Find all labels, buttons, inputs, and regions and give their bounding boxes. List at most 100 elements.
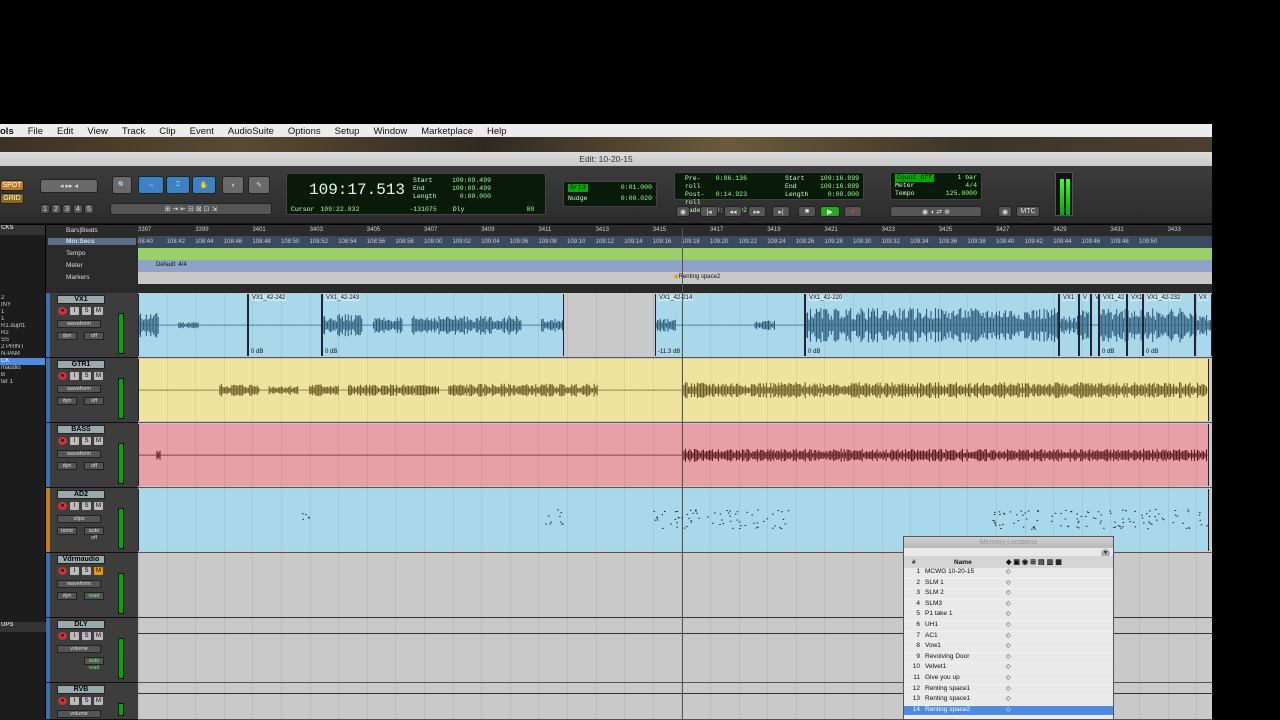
mtc-button[interactable]: MTC [1016,206,1040,217]
clip-gain[interactable]: 0 dB [1146,349,1158,355]
grid-mode-button[interactable]: GRID [0,193,24,204]
zoom-preset-3[interactable]: 3 [62,204,72,214]
track-view-selector[interactable]: volume [57,645,101,653]
audio-clip[interactable]: VX1_42-243 0 dB [322,294,564,356]
menu-clip[interactable]: Clip [152,126,182,137]
record-icon[interactable]: ● [844,206,862,217]
input-monitor-icon[interactable]: I [70,372,79,380]
selector-tool-icon[interactable]: ⌶ [166,176,190,194]
play-icon[interactable]: ▶ [820,206,840,217]
clip-gain[interactable]: 0 dB [1102,349,1114,355]
track-list-item[interactable]: R1.dupf1 [0,323,45,330]
memory-location-row[interactable]: 1 MCWG 10-20-15 ◇ [904,568,1113,579]
audio-clip[interactable] [138,294,248,356]
sync-icon[interactable]: ◉ [998,206,1012,217]
track-name[interactable]: BASS [57,425,105,434]
clip-gain[interactable]: -11.3 dB [658,349,680,355]
edit-mode-buttons[interactable]: ⊞ ⇥ ⇤ ⊟ ⊠ ⊡ ⇲ [110,203,272,215]
nudge-label[interactable]: Nudge [568,195,588,203]
main-counter[interactable]: 109:17.513 [309,181,405,199]
audio-clip[interactable]: V [1079,294,1091,356]
track-list-item[interactable]: INY [0,302,45,309]
track-view-selector[interactable]: volume [57,710,101,718]
postroll-label[interactable]: Post-roll [685,191,716,207]
trim-tool-icon[interactable]: ⇔ [138,176,164,194]
input-monitor-icon[interactable]: I [70,567,79,575]
end-value[interactable]: 109:09.499 [452,185,491,193]
ruler-label-bars[interactable]: Bars|Beats [66,227,98,234]
track-view-selector[interactable]: waveform [57,385,101,393]
track-name[interactable]: GTR1 [57,360,105,369]
track-list-item[interactable]: 1 [0,309,45,316]
bars-beats-ruler[interactable]: 3397 3399 3401 3403 3405 3407 3409 3411 3413 3415… [138,225,1212,236]
record-arm-icon[interactable]: ● [58,567,67,575]
audio-clip[interactable]: VX1_42-232 0 dB [1143,294,1195,356]
record-arm-icon[interactable]: ● [58,372,67,380]
zoom-preset-2[interactable]: 2 [51,204,61,214]
meter-value[interactable]: 4/4 [965,182,977,190]
track-list-item[interactable]: 1 [0,316,45,323]
input-monitor-icon[interactable]: I [70,502,79,510]
mute-button[interactable]: M [94,372,103,380]
solo-button[interactable]: S [82,372,91,380]
input-monitor-icon[interactable]: I [70,697,79,705]
ruler-label-markers[interactable]: Markers [66,274,89,281]
memory-location-row[interactable]: 6 UH1 ◇ [904,621,1113,632]
countoff-value[interactable]: 1 bar [957,174,977,182]
memory-col-num[interactable]: # [912,559,916,566]
ruler-label-tempo[interactable]: Tempo [66,250,86,257]
transport-end-value[interactable]: 109:16.899 [820,183,859,191]
mute-button[interactable]: M [94,437,103,445]
track-name[interactable]: DLY [57,620,105,629]
stop-icon[interactable]: ■ [798,206,816,217]
app-menu[interactable]: ols [0,126,21,137]
countoff-label[interactable]: Count Off [895,174,935,182]
audio-clip[interactable]: VX1 [1059,294,1079,356]
dyn-selector[interactable]: dyn [57,462,77,470]
go-to-end-icon[interactable]: ▸| [772,206,790,217]
memory-location-row[interactable]: 14 Renting space2 ◇ [904,705,1113,717]
ruler-label-meter[interactable]: Meter [66,262,83,269]
postroll-value[interactable]: 0:14.923 [716,191,747,207]
marker-renting-space2[interactable]: ◆Renting space2 [674,273,720,280]
grid-value[interactable]: 0:01.000 [621,184,652,192]
menu-options[interactable]: Options [281,126,328,137]
automation-mode[interactable]: auto off [84,527,104,541]
input-monitor-icon[interactable]: I [70,632,79,640]
tempo-ruler[interactable] [138,248,1212,260]
menu-window[interactable]: Window [366,126,414,137]
audio-clip[interactable]: VX1_42-242 0 dB [248,294,322,356]
track-lane[interactable] [138,423,1212,488]
track-lane[interactable] [138,358,1212,423]
grabber-tool-icon[interactable]: ✋ [192,176,216,194]
menu-audiosuite[interactable]: AudioSuite [221,126,281,137]
automation-mode[interactable]: read [84,592,104,600]
dyn-selector[interactable]: dyn [57,592,77,600]
solo-button[interactable]: S [82,567,91,575]
mute-button[interactable]: M [94,307,103,315]
spot-mode-button[interactable]: SPOT [0,180,24,191]
tempo-value[interactable]: 125.0000 [946,190,977,198]
zoom-buttons[interactable]: ◂ ▸▸ ◂ [40,179,98,193]
track-list-item[interactable]: 2 [0,295,45,302]
markers-ruler[interactable]: ◆Renting space2 [138,272,1212,284]
memory-location-row[interactable]: 7 AC1 ◇ [904,632,1113,643]
solo-button[interactable]: S [82,307,91,315]
nudge-value[interactable]: 0:00.020 [621,195,652,203]
transport-start-value[interactable]: 109:16.899 [820,175,859,183]
track-list-item[interactable]: 2 PRINT [0,344,45,351]
meter-marker[interactable]: Default: 4/4 [156,262,187,268]
scrubber-tool-icon[interactable]: ◖ [222,176,244,194]
audio-clip[interactable] [138,424,1209,486]
track-name[interactable]: RVB [57,685,105,694]
audio-clip[interactable]: VX1_42 0 dB [1099,294,1127,356]
midi-controls[interactable]: ◉ ◖ ⇄ ⊕ [890,206,982,217]
memory-location-row[interactable]: 4 SLM3 ◇ [904,600,1113,611]
menu-help[interactable]: Help [480,126,514,137]
record-arm-icon[interactable]: ● [58,437,67,445]
grid-label[interactable]: Grid [568,184,588,192]
length-value[interactable]: 0:00.000 [460,193,491,201]
track-list-item[interactable]: maudio [0,365,45,372]
automation-mode[interactable]: auto read [84,657,104,671]
record-arm-icon[interactable]: ● [58,307,67,315]
